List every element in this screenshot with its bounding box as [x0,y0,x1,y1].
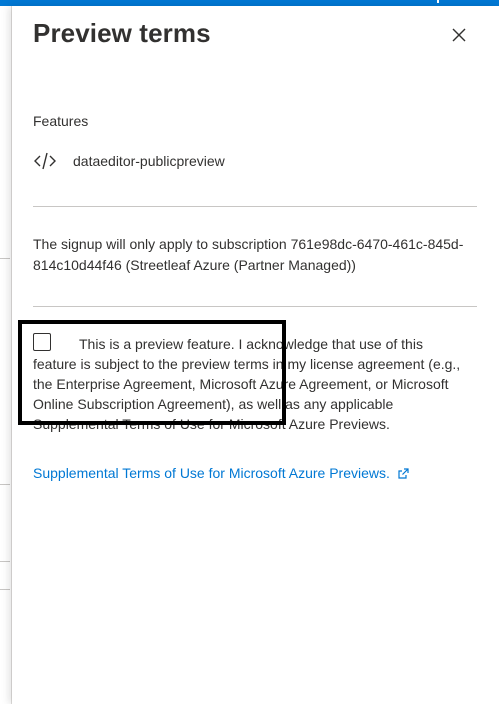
close-icon [452,28,466,42]
preview-terms-panel: Preview terms Features dataeditor-public… [12,6,499,704]
external-link-icon[interactable] [398,468,409,479]
feature-name: dataeditor-publicpreview [73,153,225,169]
top-bar-marker [437,0,439,3]
divider [33,206,477,207]
code-icon [34,152,56,170]
panel-title: Preview terms [33,18,211,48]
divider [33,306,477,307]
acknowledge-checkbox[interactable] [33,333,51,351]
close-button[interactable] [448,24,470,46]
supplemental-terms-link[interactable]: Supplemental Terms of Use for Microsoft … [33,465,390,481]
background-divider [0,484,10,485]
signup-notice: The signup will only apply to subscripti… [33,236,464,273]
background-divider [0,589,10,590]
features-label: Features [33,113,89,129]
background-divider [0,561,10,562]
background-page-strip [0,6,12,704]
feature-item: dataeditor-publicpreview [33,152,225,170]
background-divider [0,258,10,259]
terms-link-row: Supplemental Terms of Use for Microsoft … [33,463,409,483]
acknowledgement-text: This is a preview feature. I acknowledge… [33,336,461,432]
